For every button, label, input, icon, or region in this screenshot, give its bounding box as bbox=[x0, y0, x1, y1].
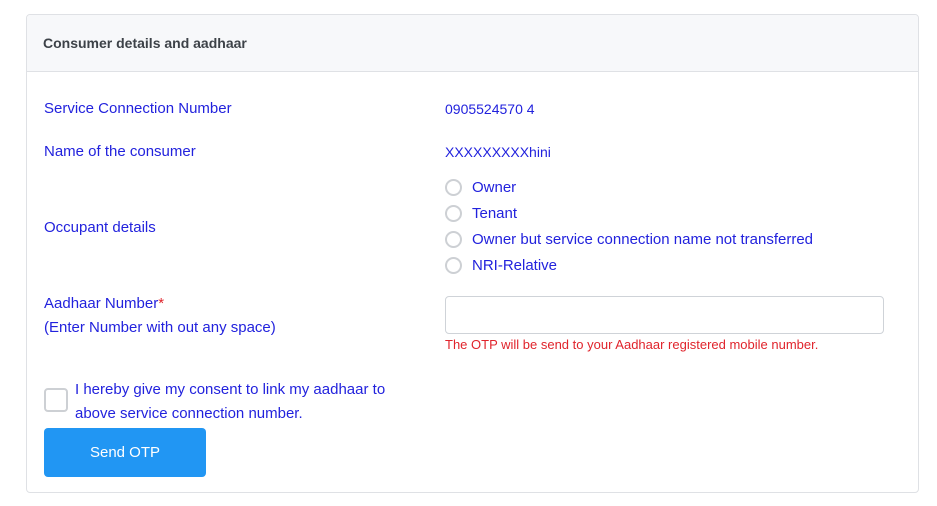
required-asterisk: * bbox=[158, 295, 165, 312]
card-title: Consumer details and aadhaar bbox=[43, 35, 247, 51]
radio-circle[interactable] bbox=[445, 205, 462, 222]
radio-label: Tenant bbox=[472, 205, 518, 222]
aadhaar-number-input[interactable] bbox=[445, 296, 884, 334]
radio-label: NRI-Relative bbox=[472, 257, 558, 274]
radio-label: Owner bbox=[472, 179, 517, 196]
service-connection-value: 0905524570 4 bbox=[445, 101, 535, 117]
radio-circle[interactable] bbox=[445, 179, 462, 196]
send-otp-button[interactable]: Send OTP bbox=[44, 428, 206, 477]
radio-circle[interactable] bbox=[445, 231, 462, 248]
aadhaar-number-label: Aadhaar Number* bbox=[44, 295, 164, 312]
consumer-name-value: XXXXXXXXXhini bbox=[445, 144, 551, 160]
consent-label[interactable]: I hereby give my consent to link my aadh… bbox=[75, 378, 415, 426]
radio-circle[interactable] bbox=[445, 257, 462, 274]
service-connection-label: Service Connection Number bbox=[44, 100, 232, 117]
aadhaar-number-sublabel: (Enter Number with out any space) bbox=[44, 319, 276, 336]
radio-nri-relative[interactable]: NRI-Relative bbox=[445, 257, 557, 274]
radio-owner[interactable]: Owner bbox=[445, 179, 516, 196]
otp-hint-text: The OTP will be send to your Aadhaar reg… bbox=[445, 337, 819, 352]
radio-tenant[interactable]: Tenant bbox=[445, 205, 517, 222]
radio-owner-not-transferred[interactable]: Owner but service connection name not tr… bbox=[445, 231, 813, 248]
aadhaar-label-text: Aadhaar Number bbox=[44, 295, 159, 312]
card-header: Consumer details and aadhaar bbox=[27, 15, 918, 72]
consumer-name-label: Name of the consumer bbox=[44, 143, 196, 160]
radio-label: Owner but service connection name not tr… bbox=[472, 231, 814, 248]
occupant-details-label: Occupant details bbox=[44, 219, 156, 236]
consent-checkbox[interactable] bbox=[44, 388, 68, 412]
consumer-details-card: Consumer details and aadhaar Service Con… bbox=[26, 14, 919, 493]
